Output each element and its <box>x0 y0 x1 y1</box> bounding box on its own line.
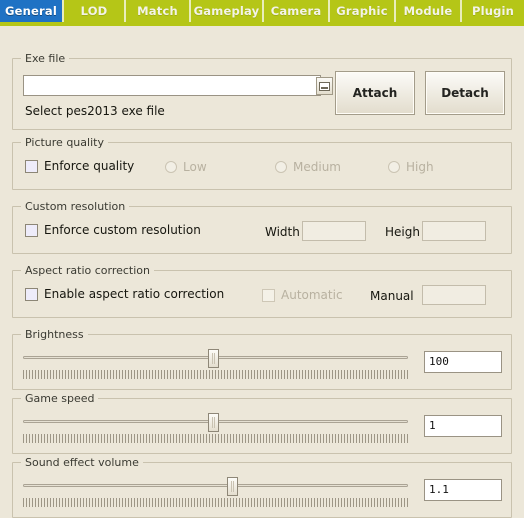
sound-effect-volume-slider-ticks <box>23 498 408 507</box>
width-label: Width <box>265 225 300 239</box>
automatic-checkbox[interactable]: Automatic <box>262 288 343 302</box>
brightness-value-input[interactable]: 100 <box>424 351 502 373</box>
enable-aspect-ratio-checkbox[interactable]: Enable aspect ratio correction <box>25 287 224 301</box>
brightness-slider-ticks <box>23 370 408 379</box>
tab-general-label: General <box>5 4 57 18</box>
tab-general[interactable]: General <box>0 0 64 22</box>
settings-content: Exe file Select pes2013 exe file Attach … <box>0 26 524 518</box>
quality-radio-medium-label: Medium <box>293 160 341 174</box>
radio-icon <box>165 161 177 173</box>
sound-effect-volume-value-input[interactable]: 1.1 <box>424 479 502 501</box>
tab-camera-label: Camera <box>270 4 322 18</box>
group-brightness: Brightness 100 <box>12 328 512 390</box>
sound-effect-volume-slider[interactable] <box>23 477 408 507</box>
group-aspect-ratio: Aspect ratio correction Enable aspect ra… <box>12 264 512 318</box>
enforce-custom-resolution-checkbox[interactable]: Enforce custom resolution <box>25 223 201 237</box>
checkbox-icon <box>25 159 38 173</box>
game-speed-slider-ticks <box>23 434 408 443</box>
tab-match[interactable]: Match <box>126 0 191 22</box>
tab-plugin-label: Plugin <box>471 4 515 18</box>
quality-radio-low[interactable]: Low <box>165 160 207 174</box>
sound-effect-volume-slider-thumb[interactable] <box>227 477 239 496</box>
checkbox-icon <box>25 223 38 237</box>
checkbox-icon <box>262 288 275 302</box>
height-input[interactable] <box>422 221 486 241</box>
radio-icon <box>275 161 287 173</box>
sound-effect-volume-slider-track[interactable] <box>23 484 408 487</box>
browse-icon[interactable] <box>316 77 333 95</box>
group-custom-resolution: Custom resolution Enforce custom resolut… <box>12 200 512 254</box>
browse-glyph-icon <box>319 81 330 91</box>
quality-radio-low-label: Low <box>183 160 207 174</box>
checkbox-icon <box>25 287 38 301</box>
tab-bar[interactable]: General LOD Match Gameplay Camera Graphi… <box>0 0 524 22</box>
enforce-custom-resolution-label: Enforce custom resolution <box>44 223 201 237</box>
exe-file-hint: Select pes2013 exe file <box>25 104 165 118</box>
height-label: Heigh <box>385 225 420 239</box>
brightness-slider-thumb[interactable] <box>207 349 219 368</box>
radio-icon <box>388 161 400 173</box>
exe-path-input[interactable] <box>23 75 321 96</box>
tab-lod[interactable]: LOD <box>64 0 126 22</box>
group-sound-effect-volume: Sound effect volume 1.1 <box>12 456 512 518</box>
quality-radio-high[interactable]: High <box>388 160 434 174</box>
settings-window: { "window": { "title": "General", "accen… <box>0 0 524 518</box>
enforce-quality-label: Enforce quality <box>44 159 135 173</box>
tab-module[interactable]: Module <box>396 0 462 22</box>
tab-match-label: Match <box>137 4 178 18</box>
manual-label: Manual <box>370 289 414 303</box>
attach-button[interactable]: Attach <box>335 71 415 115</box>
game-speed-slider-thumb[interactable] <box>207 413 219 432</box>
tab-camera[interactable]: Camera <box>264 0 330 22</box>
tab-graphic[interactable]: Graphic <box>330 0 396 22</box>
group-picture-quality: Picture quality Enforce quality Low Medi… <box>12 136 512 190</box>
enable-aspect-ratio-label: Enable aspect ratio correction <box>44 287 225 301</box>
game-speed-slider[interactable] <box>23 413 408 443</box>
tab-graphic-label: Graphic <box>336 4 388 18</box>
game-speed-value-input[interactable]: 1 <box>424 415 502 437</box>
tab-gameplay[interactable]: Gameplay <box>191 0 264 22</box>
width-input[interactable] <box>302 221 366 241</box>
tab-lod-label: LOD <box>80 4 108 18</box>
automatic-label: Automatic <box>281 288 343 302</box>
brightness-slider[interactable] <box>23 349 408 379</box>
tab-gameplay-label: Gameplay <box>193 4 260 18</box>
group-game-speed: Game speed 1 <box>12 392 512 454</box>
quality-radio-medium[interactable]: Medium <box>275 160 341 174</box>
group-exe-file: Exe file Select pes2013 exe file Attach … <box>12 52 512 130</box>
enforce-quality-checkbox[interactable]: Enforce quality <box>25 159 134 173</box>
quality-radio-high-label: High <box>406 160 434 174</box>
manual-input[interactable] <box>422 285 486 305</box>
tab-module-label: Module <box>403 4 453 18</box>
detach-button[interactable]: Detach <box>425 71 505 115</box>
tab-plugin[interactable]: Plugin <box>462 0 524 22</box>
